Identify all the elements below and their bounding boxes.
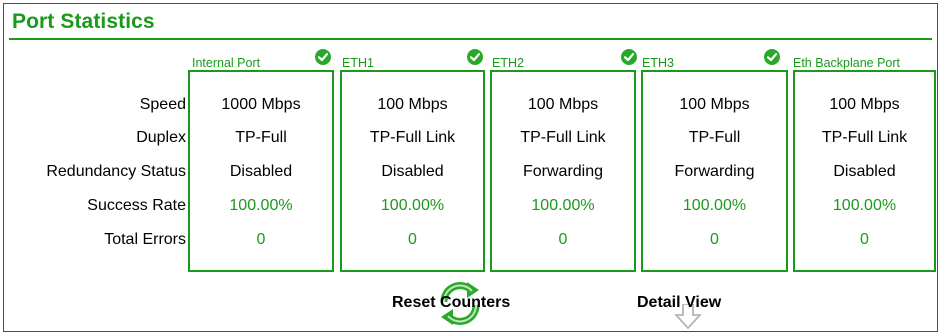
row-label-success-rate: Success Rate	[87, 197, 186, 214]
port-duplex: TP-Full Link	[520, 129, 606, 146]
detail-view-label: Detail View	[637, 294, 722, 311]
port-total-errors: 0	[710, 231, 719, 248]
port-duplex: TP-Full	[688, 129, 741, 146]
port-success-rate: 100.00%	[380, 197, 445, 214]
port-redundancy: Forwarding	[674, 163, 755, 180]
reset-counters-button[interactable]: Reset Counters	[384, 276, 534, 330]
port-redundancy: Disabled	[833, 163, 896, 180]
reset-counters-label: Reset Counters	[392, 294, 511, 311]
port-speed: 100 Mbps	[377, 96, 448, 113]
port-header-eth2: ETH2	[492, 56, 524, 70]
port-total-errors: 0	[860, 231, 869, 248]
port-duplex: TP-Full Link	[369, 129, 456, 146]
port-speed: 1000 Mbps	[221, 96, 301, 113]
port-header-eth1: ETH1	[342, 56, 374, 70]
row-label-speed: Speed	[139, 96, 186, 113]
port-success-rate: 100.00%	[531, 197, 595, 214]
status-check-icon	[621, 49, 637, 65]
port-header-backplane: Eth Backplane Port	[793, 56, 901, 70]
port-header-internal: Internal Port	[192, 56, 261, 70]
port-speed: 100 Mbps	[679, 96, 750, 113]
port-speed: 100 Mbps	[527, 96, 599, 113]
port-redundancy: Disabled	[381, 163, 444, 180]
port-column-internal: 1000 Mbps TP-Full Disabled 100.00% 0	[188, 70, 334, 272]
port-column-eth1: 100 Mbps TP-Full Link Disabled 100.00% 0	[340, 70, 485, 272]
port-duplex: TP-Full	[235, 129, 287, 146]
port-duplex: TP-Full Link	[821, 129, 908, 146]
port-speed: 100 Mbps	[829, 96, 900, 113]
port-success-rate: 100.00%	[832, 197, 897, 214]
page-title: Port Statistics	[12, 10, 155, 33]
row-label-total-errors: Total Errors	[104, 231, 186, 248]
port-total-errors: 0	[408, 231, 417, 248]
port-redundancy: Disabled	[229, 163, 293, 180]
port-success-rate: 100.00%	[229, 197, 293, 214]
row-label-duplex: Duplex	[136, 129, 186, 146]
port-total-errors: 0	[558, 231, 568, 248]
port-header-eth3: ETH3	[642, 56, 674, 70]
status-check-icon	[315, 49, 331, 65]
port-column-eth2: 100 Mbps TP-Full Link Forwarding 100.00%…	[490, 70, 636, 272]
title-divider	[9, 38, 932, 40]
port-column-eth3: 100 Mbps TP-Full Forwarding 100.00% 0	[641, 70, 788, 272]
row-label-redundancy-status: Redundancy Status	[46, 163, 186, 180]
status-check-icon	[467, 49, 483, 65]
detail-view-button[interactable]: Detail View	[634, 276, 744, 330]
port-total-errors: 0	[256, 231, 266, 248]
status-check-icon	[764, 49, 780, 65]
port-success-rate: 100.00%	[682, 197, 747, 214]
port-statistics-panel: Port Statistics Speed Duplex Redundancy …	[3, 3, 938, 332]
port-column-backplane: 100 Mbps TP-Full Link Disabled 100.00% 0	[793, 70, 936, 272]
port-redundancy: Forwarding	[522, 163, 604, 180]
